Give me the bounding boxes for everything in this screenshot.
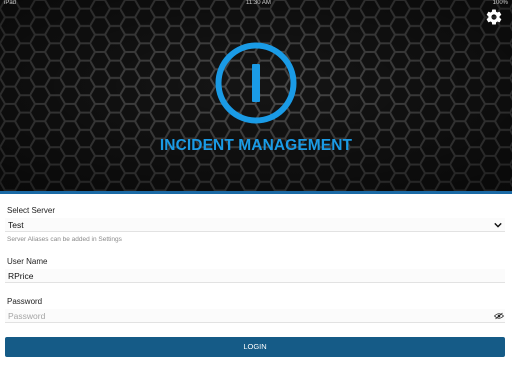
server-select[interactable]: Test xyxy=(5,218,505,232)
status-bar: iPad 11:30 AM 100% xyxy=(0,0,512,8)
status-battery: 100% xyxy=(492,0,508,6)
gear-icon[interactable] xyxy=(485,8,503,26)
app-title: INCIDENT MANAGEMENT xyxy=(159,137,353,154)
login-button[interactable]: LOGIN xyxy=(5,337,505,357)
username-input[interactable] xyxy=(5,269,485,283)
header-divider xyxy=(0,191,512,194)
info-circle-icon xyxy=(215,42,297,124)
header-banner: iPad 11:30 AM 100% INCIDENT MANAGEMENT xyxy=(0,0,512,191)
password-input[interactable] xyxy=(5,309,485,323)
eye-icon[interactable] xyxy=(494,312,504,320)
server-select-value: Test xyxy=(8,220,24,230)
username-field[interactable] xyxy=(5,269,505,283)
username-label: User Name xyxy=(7,257,48,266)
server-label: Select Server xyxy=(7,206,56,215)
status-device: iPad xyxy=(4,0,17,6)
status-time: 11:30 AM xyxy=(246,0,271,6)
password-field[interactable] xyxy=(5,309,505,323)
password-label: Password xyxy=(7,297,43,306)
chevron-down-icon xyxy=(494,222,502,228)
server-hint: Server Aliases can be added in Settings xyxy=(7,236,122,243)
